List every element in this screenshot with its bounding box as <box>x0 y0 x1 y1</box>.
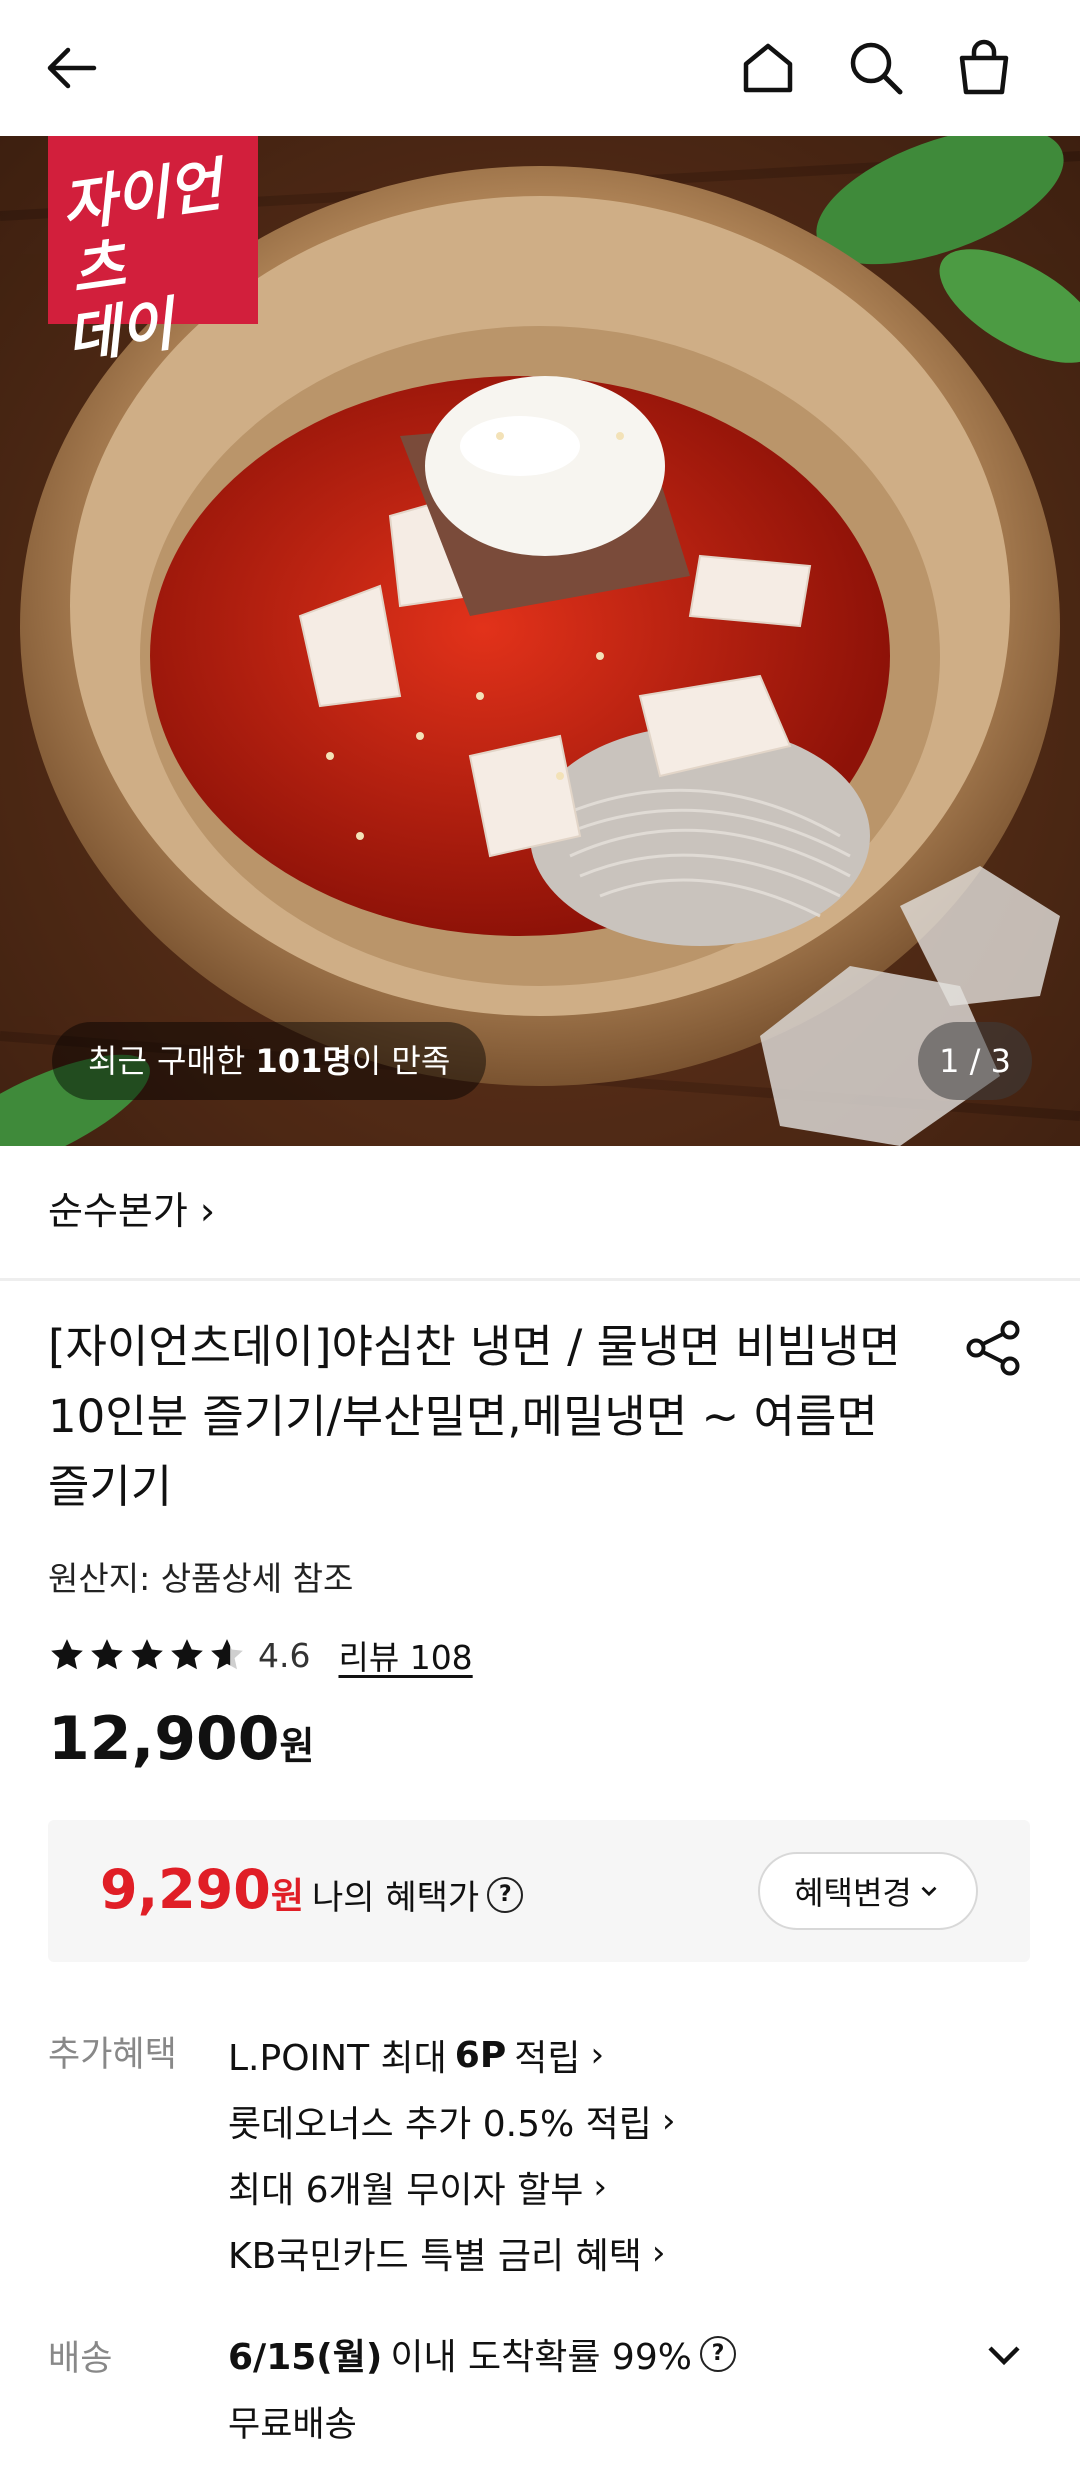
regular-price: 12,900원 <box>48 1704 315 1774</box>
brand-event-badge: 자이언츠 데이 <box>48 136 258 372</box>
benefit-label: 나의 혜택가 ? <box>312 1870 524 1919</box>
change-benefit-button[interactable]: 혜택변경 <box>758 1852 978 1930</box>
section-divider <box>0 1278 1080 1281</box>
benefit-label-text: 나의 혜택가 <box>312 1878 480 1918</box>
price-unit: 원 <box>279 1724 315 1768</box>
help-icon[interactable]: ? <box>487 1876 524 1913</box>
benefit-item-kb-card[interactable]: KB국민카드 특별 금리 혜택 › <box>228 2220 675 2286</box>
image-page-indicator: 1 / 3 <box>918 1022 1032 1100</box>
help-icon[interactable]: ? <box>699 2336 736 2372</box>
price-value: 12,900 <box>48 1704 280 1774</box>
back-button[interactable] <box>34 30 110 106</box>
benefit-price-box: 9,290원 나의 혜택가 ? 혜택변경 <box>48 1820 1030 1962</box>
top-navigation-bar <box>0 0 1080 136</box>
back-arrow-icon <box>47 47 97 89</box>
product-image-carousel[interactable]: 자이언츠 데이 최근 구매한 101명이 만족 1 / 3 <box>0 136 1080 1146</box>
chevron-right-icon: › <box>651 2233 666 2273</box>
product-title: [자이언츠데이]야심찬 냉면 / 물냉면 비빔냉면 10인분 즐기기/부산밀면,… <box>48 1320 901 1513</box>
benefit-price: 9,290원 <box>100 1858 304 1921</box>
benefit-text: L.POINT 최대 <box>228 2038 447 2079</box>
benefit-text: 롯데오너스 추가 0.5% 적립 <box>228 2104 652 2145</box>
star-full-icon <box>131 1639 163 1670</box>
extra-benefits-label: 추가혜택 <box>48 2035 177 2075</box>
origin-info: 원산지: 상품상세 참조 <box>48 1559 354 1598</box>
shipping-desc: 이내 도착확률 99% <box>390 2337 692 2378</box>
benefit-text: 적립 <box>514 2038 581 2079</box>
benefit-item-lpoint[interactable]: L.POINT 최대 6P 적립 › <box>228 2022 675 2088</box>
home-button[interactable] <box>730 30 806 106</box>
benefit-text: 최대 6개월 무이자 할부 <box>228 2170 584 2211</box>
share-icon[interactable] <box>962 1316 1026 1380</box>
buyers-suffix: 이 만족 <box>351 1042 451 1080</box>
benefit-bold: 6P <box>454 2034 507 2076</box>
shipping-eta: 6/15(월) 이내 도착확률 99% ? <box>228 2328 736 2380</box>
chevron-right-icon: › <box>593 2167 607 2207</box>
shipping-date: 6/15(월) <box>228 2337 383 2378</box>
cart-button[interactable] <box>946 30 1022 106</box>
star-full-icon <box>51 1639 83 1670</box>
star-full-icon <box>171 1639 203 1670</box>
chevron-right-icon: › <box>590 2035 605 2075</box>
chevron-down-icon <box>921 1886 937 1897</box>
benefit-item-lotte-owners[interactable]: 롯데오너스 추가 0.5% 적립 › <box>228 2088 675 2154</box>
benefit-price-unit: 원 <box>270 1876 304 1917</box>
home-icon <box>743 43 793 93</box>
benefit-text: KB국민카드 특별 금리 혜택 <box>228 2236 642 2277</box>
search-icon <box>850 42 903 95</box>
free-shipping-text: 무료배송 <box>228 2405 357 2445</box>
rating-score: 4.6 <box>258 1635 311 1675</box>
chevron-down-icon[interactable] <box>980 2330 1028 2378</box>
star-rating <box>48 1636 246 1674</box>
benefit-item-installment[interactable]: 최대 6개월 무이자 할부 › <box>228 2154 675 2220</box>
chevron-right-icon: › <box>661 2101 676 2141</box>
extra-benefits-list: L.POINT 최대 6P 적립 › 롯데오너스 추가 0.5% 적립 › 최대… <box>228 2022 675 2286</box>
buyers-prefix: 최근 구매한 <box>88 1042 256 1080</box>
buyers-count: 101명 <box>255 1042 352 1080</box>
star-half-icon <box>211 1639 243 1670</box>
change-benefit-label: 혜택변경 <box>794 1874 912 1912</box>
star-full-icon <box>91 1639 123 1670</box>
shopping-bag-icon <box>959 39 1009 95</box>
benefit-price-value: 9,290 <box>100 1858 271 1921</box>
seller-link[interactable]: 순수본가 › <box>48 1180 215 1235</box>
search-button[interactable] <box>838 30 914 106</box>
rating-row: 4.6 리뷰 108 <box>48 1630 473 1680</box>
shipping-label: 배송 <box>48 2339 113 2379</box>
recent-buyers-pill: 최근 구매한 101명이 만족 <box>52 1022 487 1100</box>
reviews-link[interactable]: 리뷰 108 <box>338 1631 472 1679</box>
